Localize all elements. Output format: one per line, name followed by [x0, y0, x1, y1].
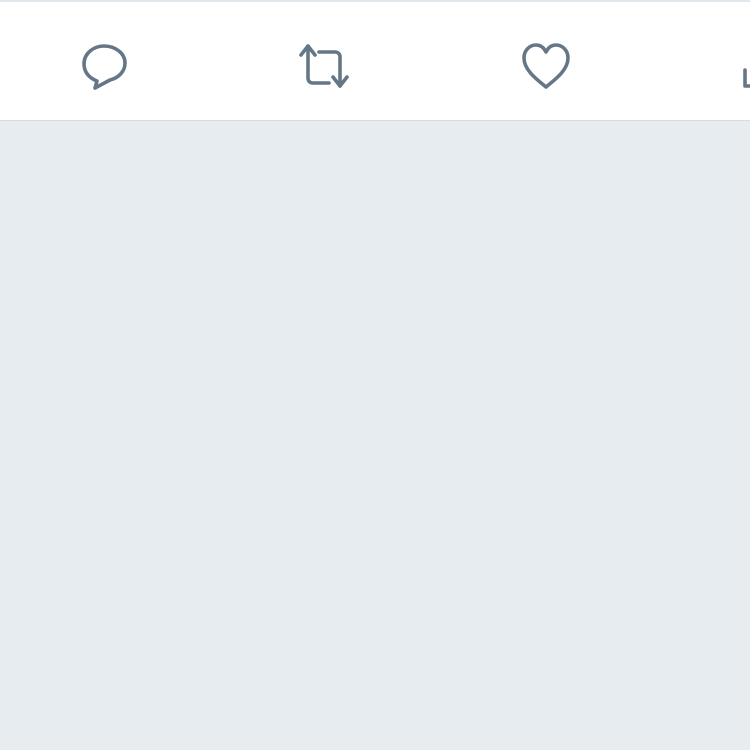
share-button[interactable]: [738, 38, 750, 94]
retweet-button[interactable]: [296, 38, 352, 94]
reply-icon: [82, 44, 127, 90]
like-button[interactable]: [518, 38, 574, 94]
heart-icon: [522, 43, 570, 89]
share-icon: [743, 68, 750, 88]
timeline-empty-area: [0, 121, 750, 750]
reply-button[interactable]: [75, 38, 131, 94]
tweet-action-bar: [0, 0, 750, 121]
retweet-icon: [299, 44, 349, 88]
